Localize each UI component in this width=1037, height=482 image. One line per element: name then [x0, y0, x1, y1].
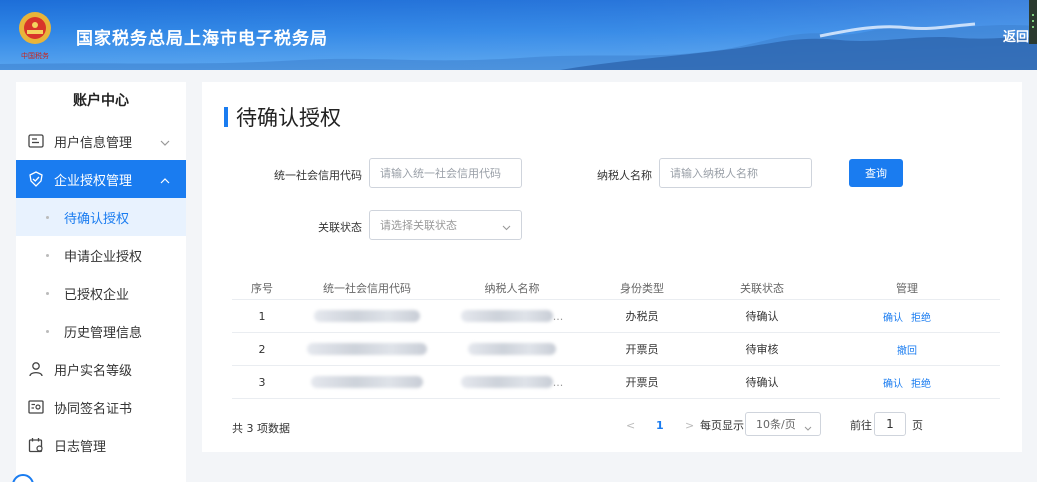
- next-page-button[interactable]: >: [685, 412, 694, 438]
- back-button[interactable]: 返回: [1003, 26, 1029, 45]
- redacted-taxpayer-name: ...: [447, 300, 577, 332]
- reject-link[interactable]: 拒绝: [911, 375, 931, 390]
- actions-cell: 确认 拒绝: [817, 300, 997, 332]
- sidebar-subitem-authorized[interactable]: 已授权企业: [16, 274, 186, 312]
- total-count: 共 3 项数据: [232, 422, 290, 435]
- main-panel: 待确认授权 统一社会信用代码 纳税人名称 查询 关联状态 请选择关联状态 序号 …: [202, 82, 1022, 452]
- column-header: 序号: [251, 281, 273, 295]
- national-emblem-icon: 中国税务: [19, 12, 51, 60]
- confirm-link[interactable]: 确认: [883, 375, 903, 390]
- user-icon: [28, 361, 44, 377]
- chevron-down-icon: [160, 135, 170, 150]
- svg-text:中国税务: 中国税务: [21, 51, 49, 60]
- status-cell: 待确认: [745, 376, 779, 389]
- column-header: 纳税人名称: [484, 281, 540, 295]
- sidebar-item-label: 日志管理: [54, 439, 107, 455]
- ellipsis: ...: [552, 309, 564, 323]
- page-title: 待确认授权: [224, 102, 341, 132]
- sidebar-item-cosign-cert[interactable]: 协同签名证书: [16, 388, 186, 426]
- taxpayer-name-input[interactable]: [670, 166, 811, 180]
- ellipsis: ...: [552, 375, 564, 389]
- redacted-taxpayer-name: [447, 333, 577, 365]
- chevron-up-icon: [160, 173, 170, 188]
- role-cell: 开票员: [625, 376, 659, 389]
- credit-code-field[interactable]: [369, 158, 522, 188]
- prev-page-button[interactable]: <: [626, 412, 635, 438]
- sidebar-item-label: 协同签名证书: [54, 401, 133, 417]
- redacted-credit-code: [292, 333, 442, 365]
- sidebar-item-user-info[interactable]: 用户信息管理: [16, 122, 186, 160]
- chevron-down-icon: [804, 421, 812, 434]
- sidebar-subitem-pending-auth[interactable]: 待确认授权: [16, 198, 186, 236]
- top-banner: 中国税务 国家税务总局上海市电子税务局 返回: [0, 0, 1037, 70]
- chevron-down-icon: [502, 221, 511, 234]
- withdraw-link[interactable]: 撤回: [897, 342, 917, 357]
- table-row: 2 开票员 待审核 撤回: [232, 333, 1000, 366]
- role-cell: 办税员: [625, 310, 659, 323]
- status-select-placeholder: 请选择关联状态: [380, 219, 457, 232]
- column-header: 统一社会信用代码: [323, 281, 411, 295]
- redacted-credit-code: [292, 300, 442, 332]
- page-number[interactable]: 1: [656, 412, 664, 438]
- row-index: 1: [258, 309, 266, 323]
- page-size-value: 10条/页: [756, 418, 796, 431]
- shield-check-icon: [28, 171, 44, 187]
- row-index: 3: [258, 375, 266, 389]
- taxpayer-name-label: 纳税人名称: [597, 169, 652, 182]
- sidebar-subitem-history[interactable]: 历史管理信息: [16, 312, 186, 350]
- status-label: 关联状态: [318, 221, 362, 234]
- actions-cell: 撤回: [817, 333, 997, 365]
- query-button[interactable]: 查询: [849, 159, 903, 187]
- status-select[interactable]: 请选择关联状态: [369, 210, 522, 240]
- sidebar-item-log-mgmt[interactable]: 日志管理: [16, 426, 186, 464]
- row-index: 2: [258, 342, 266, 356]
- site-title: 国家税务总局上海市电子税务局: [76, 29, 328, 49]
- side-handle[interactable]: [1029, 0, 1037, 44]
- certificate-icon: [28, 399, 44, 415]
- sidebar-item-enterprise-auth[interactable]: 企业授权管理: [16, 160, 186, 198]
- table-row: 1 ... 办税员 待确认 确认 拒绝: [232, 300, 1000, 333]
- credit-code-input[interactable]: [380, 166, 521, 180]
- sidebar-title: 账户中心: [73, 93, 129, 109]
- taxpayer-name-field[interactable]: [659, 158, 812, 188]
- goto-page-input[interactable]: 1: [874, 412, 906, 436]
- calendar-log-icon: [28, 437, 44, 453]
- sidebar-subitem-apply-auth[interactable]: 申请企业授权: [16, 236, 186, 274]
- goto-label: 前往: [850, 419, 872, 432]
- actions-cell: 确认 拒绝: [817, 366, 997, 398]
- sidebar-item-label: 用户信息管理: [54, 135, 133, 151]
- role-cell: 开票员: [625, 343, 659, 356]
- credit-code-label: 统一社会信用代码: [274, 169, 362, 182]
- table-row: 3 ... 开票员 待确认 确认 拒绝: [232, 366, 1000, 399]
- sidebar: 账户中心 用户信息管理 企业授权管理 待确认授权 申请企业授权 已授权企业 历史…: [16, 82, 186, 482]
- title-accent-bar: [224, 107, 228, 127]
- sidebar-item-label: 企业授权管理: [54, 173, 133, 189]
- id-card-icon: [28, 133, 44, 149]
- per-page-label: 每页显示: [700, 419, 744, 432]
- page-title-text: 待确认授权: [236, 106, 341, 130]
- column-header: 管理: [896, 281, 918, 295]
- status-cell: 待审核: [745, 343, 779, 356]
- column-header: 身份类型: [620, 281, 664, 295]
- status-cell: 待确认: [745, 310, 779, 323]
- sidebar-item-realname-level[interactable]: 用户实名等级: [16, 350, 186, 388]
- sidebar-item-label: 用户实名等级: [54, 363, 133, 379]
- redacted-credit-code: [292, 366, 442, 398]
- table-header-row: 序号 统一社会信用代码 纳税人名称 身份类型 关联状态 管理: [232, 276, 1000, 300]
- page-unit-label: 页: [912, 419, 923, 432]
- page-size-select[interactable]: 10条/页: [745, 412, 821, 436]
- column-header: 关联状态: [740, 281, 784, 295]
- reject-link[interactable]: 拒绝: [911, 309, 931, 324]
- redacted-taxpayer-name: ...: [447, 366, 577, 398]
- confirm-link[interactable]: 确认: [883, 309, 903, 324]
- authorization-table: 序号 统一社会信用代码 纳税人名称 身份类型 关联状态 管理 1 ... 办税员…: [232, 276, 1000, 399]
